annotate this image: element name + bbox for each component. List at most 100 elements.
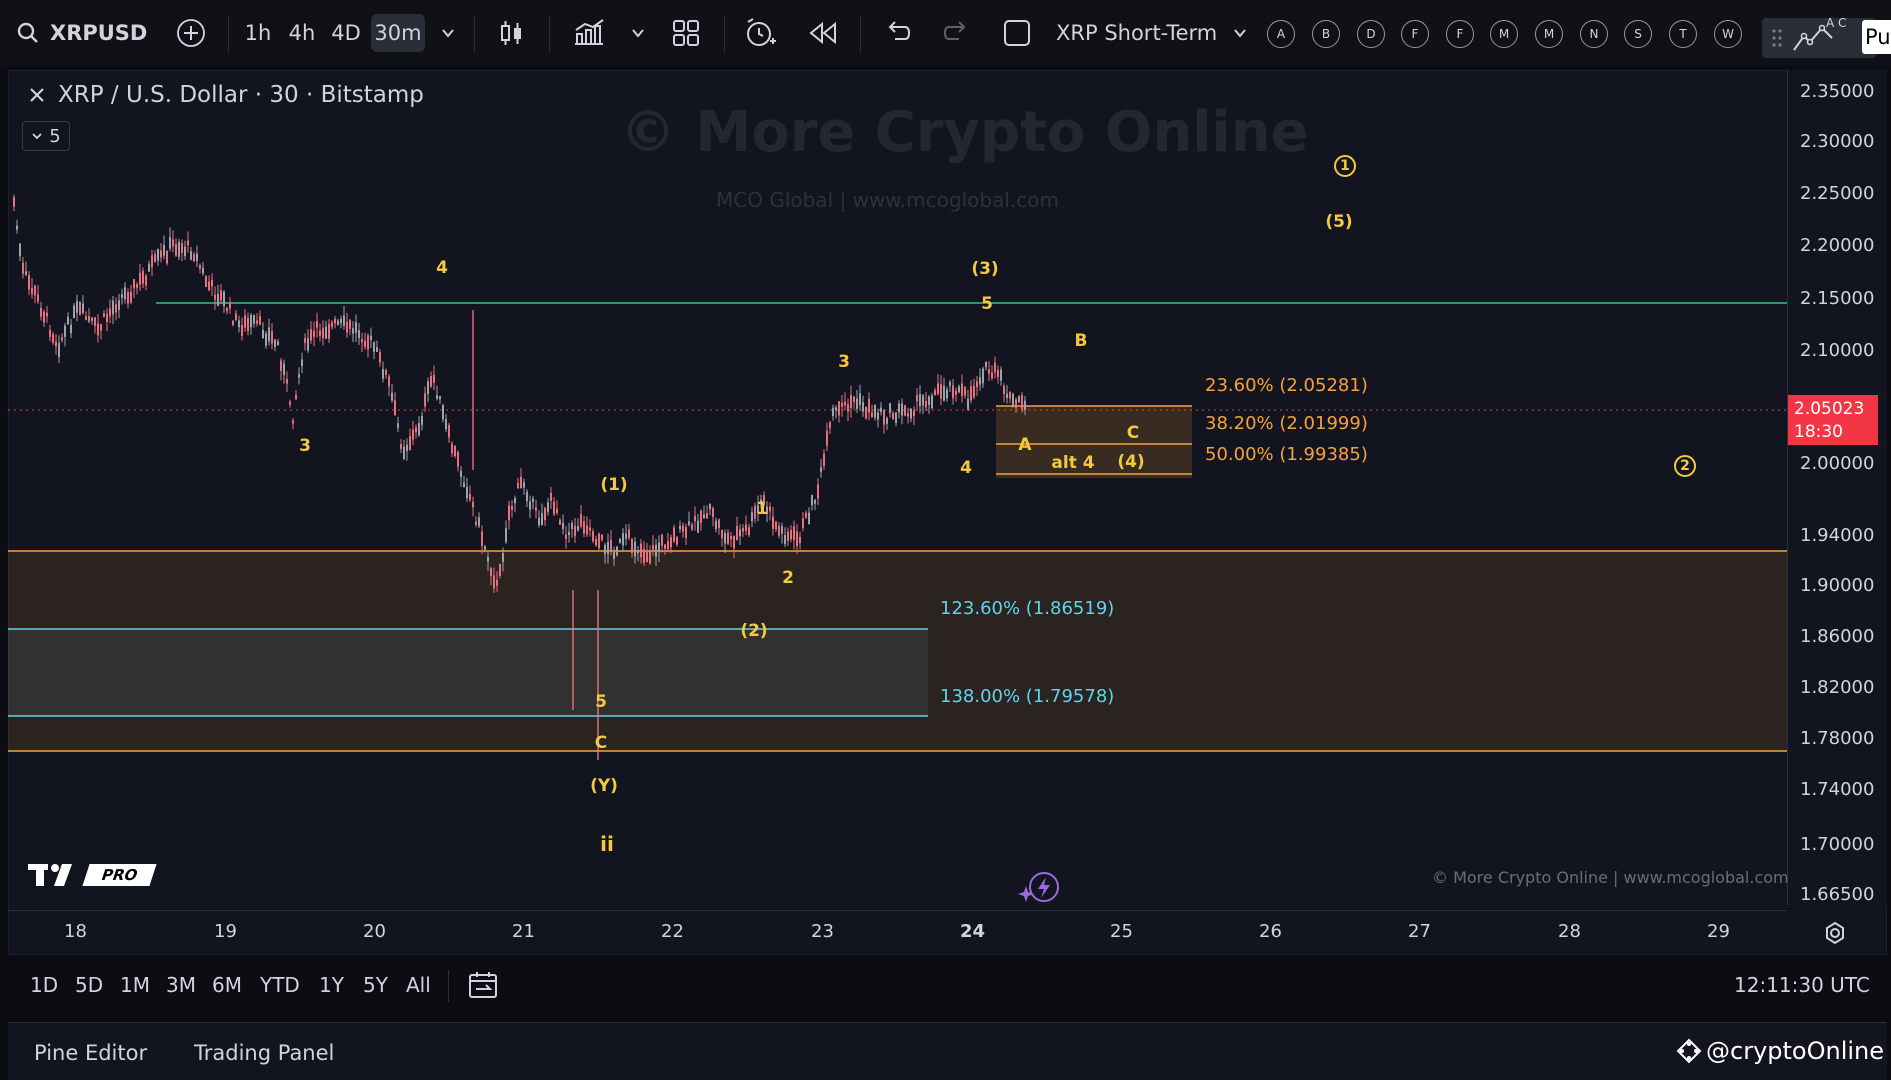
alert-tag-w[interactable]: W	[1714, 20, 1742, 48]
undo-button[interactable]	[880, 14, 914, 52]
interval-30m[interactable]: 30m	[371, 14, 425, 52]
layout-square-button[interactable]	[1000, 14, 1034, 52]
interval-4d[interactable]: 4D	[329, 14, 363, 52]
wave-label-3: 3	[299, 436, 311, 456]
range-5d[interactable]: 5D	[75, 960, 103, 1010]
candle-body	[697, 520, 699, 533]
candle-body	[31, 287, 33, 295]
candle-body	[358, 330, 360, 338]
alert-tag-d[interactable]: D	[1357, 20, 1385, 48]
candle-body	[250, 314, 252, 328]
alert-tag-s[interactable]: S	[1624, 20, 1652, 48]
price-axis[interactable]: 2.35000 2.30000 2.25000 2.20000 2.15000 …	[1787, 70, 1887, 905]
candle-body	[901, 403, 903, 416]
layout-dropdown[interactable]	[1230, 14, 1250, 52]
candle-body	[583, 521, 585, 534]
candle-body	[550, 492, 552, 501]
candle-body	[421, 415, 423, 425]
candle-body	[316, 320, 318, 328]
interval-dropdown[interactable]	[438, 14, 458, 52]
candle-body	[412, 429, 414, 440]
alert-tag-b[interactable]: B	[1312, 20, 1340, 48]
axis-settings-button[interactable]	[1822, 920, 1848, 950]
candle-body	[943, 385, 945, 401]
candle-body	[871, 412, 873, 418]
candle-body	[22, 262, 24, 274]
indicators-dropdown[interactable]	[628, 14, 648, 52]
indicators-toggle[interactable]: 5	[22, 121, 70, 151]
price-tick: 1.82000	[1800, 677, 1875, 698]
alert-tag-f1[interactable]: F	[1401, 20, 1429, 48]
drawing-tools-panel[interactable]: A C	[1762, 16, 1876, 58]
alert-tag-a[interactable]: A	[1267, 20, 1295, 48]
candle-body	[70, 324, 72, 334]
candle-body	[742, 527, 744, 532]
price-tick: 2.35000	[1800, 81, 1875, 102]
candle-body	[736, 526, 738, 541]
indicators-button[interactable]	[572, 14, 606, 52]
wave-label-1: 1	[756, 499, 768, 519]
candle-body	[226, 307, 228, 312]
range-3m[interactable]: 3M	[166, 960, 196, 1010]
range-6m[interactable]: 6M	[212, 960, 242, 1010]
wave-label-3-paren: (3)	[971, 259, 999, 279]
candle-body	[196, 253, 198, 261]
symbol-search[interactable]: XRPUSD	[16, 14, 147, 52]
legend-symbol-title: XRP / U.S. Dollar · 30 · Bitstamp	[58, 82, 424, 108]
candle-body	[28, 275, 30, 290]
range-1y[interactable]: 1Y	[319, 960, 344, 1010]
candle-body	[664, 544, 666, 549]
goto-date-button[interactable]	[468, 960, 500, 1010]
lightning-button[interactable]	[1018, 870, 1062, 910]
layout-name[interactable]: XRP Short-Term	[1056, 14, 1217, 52]
candle-body	[277, 341, 279, 346]
candle-body	[118, 300, 120, 310]
candle-body	[889, 403, 891, 413]
alert-tag-m1[interactable]: M	[1490, 20, 1518, 48]
tab-trading-panel[interactable]: Trading Panel	[194, 1041, 334, 1065]
range-ytd[interactable]: YTD	[260, 960, 300, 1010]
compare-add-button[interactable]	[174, 14, 208, 52]
candle-body	[904, 405, 906, 416]
layout-grid-button[interactable]	[670, 14, 702, 52]
candles-button[interactable]	[497, 14, 527, 52]
replay-button[interactable]	[806, 14, 840, 52]
candle-body	[244, 315, 246, 328]
redo-button[interactable]	[940, 14, 974, 52]
alert-button[interactable]	[744, 14, 778, 52]
candle-body	[514, 497, 516, 504]
range-5y[interactable]: 5Y	[363, 960, 388, 1010]
candle-body	[973, 385, 975, 398]
wave-label-2: 2	[782, 568, 794, 588]
close-icon[interactable]	[28, 86, 46, 104]
time-axis[interactable]: 18 19 20 21 22 23 24 25 26 27 28 29	[8, 910, 1787, 952]
candle-body	[595, 538, 597, 546]
alert-tag-n[interactable]: N	[1580, 20, 1608, 48]
range-all[interactable]: All	[406, 960, 431, 1010]
candle-body	[253, 315, 255, 324]
price-chart[interactable]	[8, 70, 1787, 905]
candle-body	[151, 255, 153, 268]
interval-1h[interactable]: 1h	[243, 14, 273, 52]
candle-body	[598, 533, 600, 549]
candle-body	[787, 531, 789, 541]
range-1d[interactable]: 1D	[30, 960, 58, 1010]
interval-4h[interactable]: 4h	[285, 14, 319, 52]
candle-body	[817, 484, 819, 499]
alert-tag-t[interactable]: T	[1669, 20, 1697, 48]
candle-body	[592, 531, 594, 542]
publish-button[interactable]: Pu	[1862, 20, 1891, 54]
tab-pine-editor[interactable]: Pine Editor	[34, 1041, 147, 1065]
range-1m[interactable]: 1M	[120, 960, 150, 1010]
wave-label-a: A	[1018, 435, 1032, 455]
candle-body	[853, 396, 855, 402]
candle-body	[676, 536, 678, 545]
utc-clock[interactable]: 12:11:30 UTC	[1734, 960, 1870, 1010]
alert-tag-m2[interactable]: M	[1535, 20, 1563, 48]
time-tick: 20	[363, 921, 386, 942]
candle-body	[292, 420, 294, 424]
candle-body	[352, 328, 354, 334]
candle-body	[415, 427, 417, 433]
candle-body	[1024, 400, 1026, 410]
alert-tag-f2[interactable]: F	[1446, 20, 1474, 48]
